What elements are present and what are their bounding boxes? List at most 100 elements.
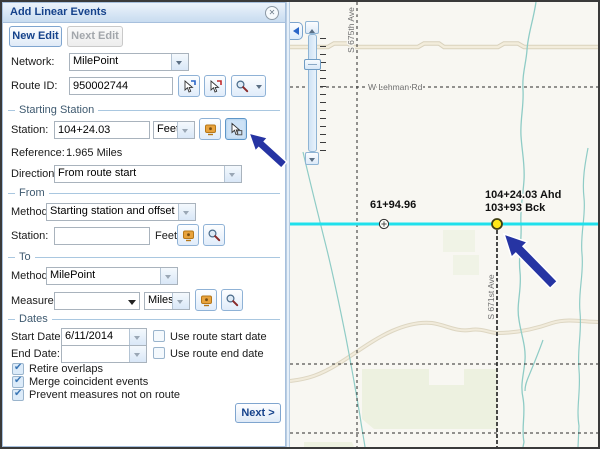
clear-route-selection-button[interactable] — [204, 75, 226, 97]
direction-value: From route start — [55, 166, 224, 182]
from-station-marker-tool-button[interactable] — [177, 224, 199, 246]
station-units-dropdown[interactable]: Feet — [153, 121, 195, 139]
reference-value: 1.965 Miles — [66, 147, 122, 159]
measure-units-dropdown[interactable]: Miles — [144, 292, 190, 310]
from-station-search-button[interactable] — [203, 224, 225, 246]
station-measure-label-2a: 104+24.03 Ahd — [485, 189, 561, 201]
milepost-icon — [203, 122, 218, 137]
route-id-label: Route ID: — [11, 80, 57, 92]
prevent-measures-checkbox[interactable] — [12, 389, 24, 401]
add-linear-events-panel: Add Linear Events ✕ New Edit Next Edit N… — [2, 2, 286, 447]
from-station-label: Station: — [11, 230, 48, 242]
prevent-measures-label: Prevent measures not on route — [29, 389, 180, 401]
station-measure-label-1: 61+94.96 — [370, 199, 416, 211]
field-polygon — [362, 369, 497, 429]
direction-label: Direction: — [11, 168, 57, 180]
new-edit-button[interactable]: New Edit — [9, 26, 62, 47]
start-date-label: Start Date: — [11, 331, 64, 343]
retire-overlaps-checkbox[interactable] — [12, 363, 24, 375]
calendar-dropdown-icon[interactable] — [129, 346, 146, 362]
end-date-dropdown[interactable] — [61, 345, 147, 363]
start-date-value: 6/11/2014 — [62, 329, 129, 345]
station-input[interactable] — [54, 121, 150, 139]
station-label: Station: — [11, 124, 48, 136]
start-date-dropdown[interactable]: 6/11/2014 — [61, 328, 147, 346]
map-canvas[interactable]: W Lehman Rd S 675th Ave S 671st Ave 61+9… — [290, 2, 598, 447]
application-window: Add Linear Events ✕ New Edit Next Edit N… — [0, 0, 600, 449]
zoom-out-icon[interactable] — [305, 152, 319, 165]
chevron-down-icon[interactable] — [177, 122, 194, 138]
use-route-end-date-checkbox[interactable] — [153, 347, 165, 359]
measure-value — [55, 293, 125, 309]
field-patch — [304, 442, 354, 447]
chevron-down-icon[interactable] — [160, 268, 177, 284]
next-edit-button[interactable]: Next Edit — [67, 26, 123, 47]
use-route-start-date-label: Use route start date — [170, 331, 267, 343]
select-route-on-map-button[interactable] — [178, 75, 200, 97]
station-point-marker — [492, 219, 502, 229]
station-marker-tool-button[interactable] — [199, 118, 221, 140]
river — [578, 148, 588, 447]
search-icon — [207, 228, 221, 242]
pick-station-on-map-button[interactable] — [225, 118, 247, 140]
milepost-icon — [181, 228, 196, 243]
map-graphics: W Lehman Rd S 675th Ave S 671st Ave 61+9… — [290, 2, 598, 447]
zoom-slider-track[interactable] — [308, 34, 317, 152]
panel-titlebar: Add Linear Events ✕ — [3, 3, 285, 23]
reference-marker — [379, 219, 388, 228]
search-icon — [225, 293, 239, 307]
from-station-input[interactable] — [54, 227, 150, 245]
to-method-dropdown[interactable]: MilePoint — [46, 267, 178, 285]
local-road — [290, 320, 598, 381]
chevron-down-icon[interactable] — [178, 204, 195, 220]
merge-coincident-events-checkbox[interactable] — [12, 376, 24, 388]
cursor-select-icon — [182, 79, 197, 94]
measure-combobox[interactable] — [54, 292, 140, 310]
measure-label: Measure: — [11, 295, 57, 307]
road-label-vertical-left: S 675th Ave — [346, 7, 356, 53]
use-route-start-date-checkbox[interactable] — [153, 330, 165, 342]
network-label: Network: — [11, 56, 54, 68]
river — [303, 152, 365, 447]
route-search-menu-button[interactable] — [231, 75, 266, 97]
zoom-in-icon[interactable] — [305, 21, 319, 34]
measure-search-button[interactable] — [221, 289, 243, 311]
end-date-value — [62, 346, 129, 362]
panel-title: Add Linear Events — [10, 6, 107, 18]
legend-text: Dates — [15, 313, 52, 325]
dates-legend: Dates — [8, 319, 280, 320]
station-measure-label-2b: 103+93 Bck — [485, 202, 546, 214]
route-id-input[interactable] — [69, 77, 173, 95]
starting-station-legend: Starting Station — [8, 110, 280, 111]
to-method-value: MilePoint — [47, 268, 160, 284]
milepost-icon — [199, 293, 214, 308]
to-method-label: Method: — [11, 270, 51, 282]
chevron-down-icon[interactable] — [171, 54, 188, 70]
reference-label: Reference: — [11, 147, 65, 159]
chevron-down-icon[interactable] — [224, 166, 241, 182]
road-label-horizontal: W Lehman Rd — [368, 82, 423, 92]
measure-units-value: Miles — [145, 293, 172, 309]
station-units-value: Feet — [154, 122, 177, 138]
close-icon[interactable]: ✕ — [265, 6, 279, 20]
use-route-end-date-label: Use route end date — [170, 348, 264, 360]
collapse-panel-tab[interactable] — [290, 22, 303, 40]
legend-text: Starting Station — [15, 104, 98, 116]
zoom-slider-ticks — [320, 38, 326, 151]
cursor-pick-icon — [229, 122, 244, 137]
measure-marker-tool-button[interactable] — [195, 289, 217, 311]
cursor-clear-icon — [208, 79, 223, 94]
from-legend: From — [8, 193, 280, 194]
zoom-slider-handle[interactable] — [304, 59, 321, 70]
legend-text: From — [15, 187, 49, 199]
direction-dropdown[interactable]: From route start — [54, 165, 242, 183]
next-button[interactable]: Next > — [235, 403, 281, 423]
calendar-dropdown-icon[interactable] — [129, 329, 146, 345]
from-method-dropdown[interactable]: Starting station and offset — [46, 203, 196, 221]
network-dropdown[interactable]: MilePoint — [69, 53, 189, 71]
from-units-label: Feet — [155, 230, 177, 242]
network-value: MilePoint — [70, 54, 171, 70]
from-method-label: Method: — [11, 206, 51, 218]
chevron-down-icon[interactable] — [172, 293, 189, 309]
chevron-down-icon[interactable] — [125, 293, 139, 309]
